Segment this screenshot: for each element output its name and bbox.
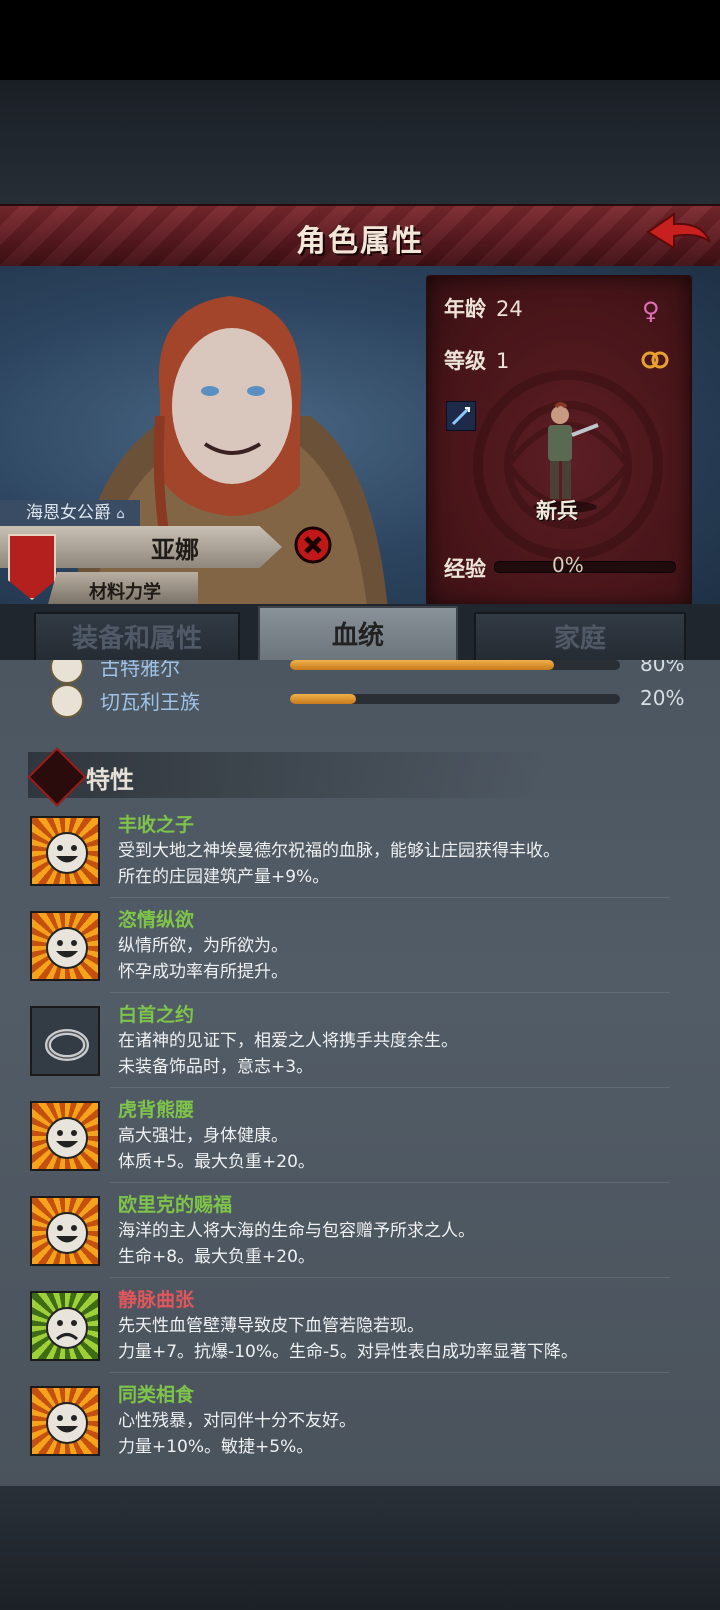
trait-item[interactable]: 静脉曲张先天性血管壁薄导致皮下血管若隐若现。力量+7。抗爆-10%。生命-5。对… [0, 1277, 720, 1381]
trait-effect: 体质+5。最大负重+20。 [118, 1152, 315, 1172]
noble-title-chip[interactable]: 海恩女公爵 ⌂ [0, 500, 140, 526]
ring-icon [30, 1006, 100, 1076]
trait-item[interactable]: 恣情纵欲纵情所欲，为所欲为。 怀孕成功率有所提升。 [0, 897, 720, 1001]
wedding-rings-icon [641, 351, 669, 369]
exp-label: 经验 [444, 557, 486, 581]
trait-item[interactable]: 欧里克的赐福海洋的主人将大海的生命与包容赠予所求之人。 生命+8。最大负重+20。 [0, 1182, 720, 1286]
character-skill: 材料力学 [89, 582, 161, 603]
level-value: 1 [496, 349, 510, 373]
stats-panel: 年龄 24 ♀ 等级 1 新兵 经验 0% [426, 275, 692, 607]
sad-face-icon [30, 1291, 100, 1361]
lineage-bar-fill [290, 694, 356, 704]
trait-item[interactable]: 白首之约在诸神的见证下，相爱之人将携手共度余生。 未装备饰品时，意志+3。 [0, 992, 720, 1096]
smiley-face-icon [30, 816, 100, 886]
lineage-percent: 20% [640, 686, 685, 710]
smiley-face-icon [30, 911, 100, 981]
title-bar: 角色属性 [0, 204, 720, 271]
sword-icon [451, 406, 471, 426]
level-row: 等级 1 [444, 345, 509, 375]
trait-emblem [46, 832, 88, 874]
trait-name: 恣情纵欲 [118, 909, 195, 931]
exp-progress-bar [494, 561, 676, 573]
trait-effect: 所在的庄园建筑产量+9%。 [118, 867, 330, 887]
trait-item[interactable]: 同类相食心性残暴，对同伴十分不友好。 力量+10%。敏捷+5%。 [0, 1372, 720, 1476]
back-button[interactable] [644, 208, 716, 262]
age-row: 年龄 24 [444, 293, 523, 323]
trait-name: 同类相食 [118, 1384, 195, 1406]
back-arrow-icon [646, 212, 711, 250]
trait-description: 高大强壮，身体健康。 [118, 1126, 288, 1146]
lineage-bar [290, 694, 620, 704]
trait-emblem [45, 1029, 89, 1061]
trait-emblem [46, 1117, 88, 1159]
trait-name: 欧里克的赐福 [118, 1194, 233, 1216]
divider [110, 1372, 670, 1373]
trait-description: 纵情所欲，为所欲为。 [118, 936, 288, 956]
trait-item[interactable]: 虎背熊腰高大强壮，身体健康。体质+5。最大负重+20。 [0, 1087, 720, 1191]
trait-effect: 力量+7。抗爆-10%。生命-5。对异性表白成功率显著下降。 [118, 1342, 578, 1362]
tab-lineage[interactable]: 血统 [258, 606, 458, 664]
trait-effect: 力量+10%。敏捷+5%。 [118, 1437, 314, 1457]
tab-family[interactable]: 家庭 [474, 612, 686, 664]
bottom-background [0, 1486, 720, 1610]
traits-section-title: 特性 [86, 766, 134, 794]
trait-emblem [46, 1307, 88, 1349]
divider [110, 992, 670, 993]
smiley-face-icon [30, 1101, 100, 1171]
close-icon [294, 526, 332, 564]
trait-description: 受到大地之神埃曼德尔祝福的血脉，能够让庄园获得丰收。 [118, 841, 560, 861]
trait-item[interactable]: 丰收之子受到大地之神埃曼德尔祝福的血脉，能够让庄园获得丰收。 所在的庄园建筑产量+… [0, 810, 720, 906]
crown-icon: ⌂ [116, 507, 125, 522]
trait-name: 白首之约 [118, 1004, 195, 1026]
divider [110, 897, 670, 898]
age-value: 24 [496, 297, 523, 321]
character-name[interactable]: 亚娜 [130, 530, 220, 565]
exp-value: 0% [552, 553, 584, 577]
noble-title: 海恩女公爵 [26, 503, 111, 523]
weapon-skill-icon[interactable] [446, 401, 476, 431]
dismiss-button[interactable] [294, 526, 332, 564]
trait-description: 在诸神的见证下，相爱之人将携手共度余生。 [118, 1031, 458, 1051]
tab-equipment-attributes[interactable]: 装备和属性 [34, 612, 240, 664]
divider [110, 1182, 670, 1183]
trait-name: 静脉曲张 [118, 1289, 195, 1311]
female-gender-icon: ♀ [642, 297, 660, 325]
smiley-face-icon [30, 1386, 100, 1456]
divider [110, 1277, 670, 1278]
class-name: 新兵 [536, 499, 578, 523]
trait-name: 虎背熊腰 [118, 1099, 195, 1121]
lineage-bar [290, 660, 620, 670]
trait-effect: 生命+8。最大负重+20。 [118, 1247, 315, 1267]
trait-emblem [46, 927, 88, 969]
trait-emblem [46, 1212, 88, 1254]
trait-name: 丰收之子 [118, 814, 195, 836]
lineage-bar-fill [290, 660, 554, 670]
status-bar-area [0, 0, 720, 80]
trait-effect: 未装备饰品时，意志+3。 [118, 1057, 314, 1077]
lineage-row: 切瓦利王族 20% [0, 680, 720, 720]
lineage-content[interactable]: 古特雅尔 80% 切瓦利王族 20% 特性 丰收之子受到大地之神埃曼德尔祝福的血… [0, 660, 720, 1486]
trait-description: 心性残暴，对同伴十分不友好。 [118, 1411, 356, 1431]
lineage-name: 古特雅尔 [100, 660, 180, 680]
divider [110, 1087, 670, 1088]
smiley-face-icon [30, 1196, 100, 1266]
lineage-name: 切瓦利王族 [100, 690, 200, 714]
lineage-percent: 80% [640, 660, 685, 676]
level-label: 等级 [444, 349, 486, 373]
page-title: 角色属性 [296, 224, 424, 259]
age-label: 年龄 [444, 297, 486, 321]
trait-emblem [46, 1402, 88, 1444]
scales-emblem-icon [50, 684, 84, 718]
trait-description: 先天性血管壁薄导致皮下血管若隐若现。 [118, 1316, 424, 1336]
trait-effect: 怀孕成功率有所提升。 [118, 962, 288, 982]
trait-description: 海洋的主人将大海的生命与包容赠予所求之人。 [118, 1221, 475, 1241]
